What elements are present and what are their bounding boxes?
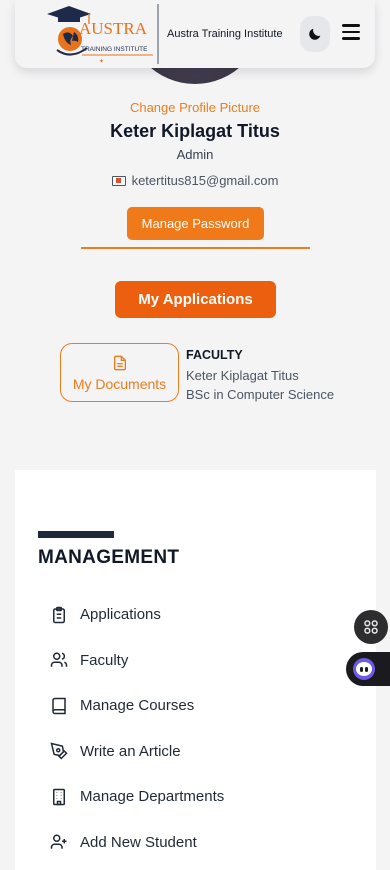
- grid-icon: [364, 620, 378, 634]
- my-documents-button[interactable]: My Documents: [60, 343, 179, 402]
- user-plus-icon: [49, 832, 69, 852]
- chatbot-button[interactable]: [346, 652, 390, 686]
- theme-toggle-button[interactable]: [300, 16, 330, 52]
- chatbot-icon: [353, 658, 375, 680]
- faculty-degree: BSc in Computer Science: [186, 387, 335, 402]
- management-list: Applications Faculty Manage Courses Writ…: [49, 592, 224, 865]
- user-email: ketertitus815@gmail.com: [131, 173, 279, 188]
- users-icon: [49, 650, 69, 670]
- my-documents-label: My Documents: [72, 375, 167, 392]
- user-name: Keter Kiplagat Titus: [110, 121, 280, 141]
- document-icon: [113, 355, 126, 370]
- header-divider: [157, 4, 159, 64]
- apps-grid-button[interactable]: [354, 610, 388, 644]
- management-item-label: Manage Courses: [80, 697, 195, 715]
- management-accent-bar: [38, 531, 114, 538]
- building-icon: [49, 787, 69, 807]
- austra-logo[interactable]: AUSTRA TRAINING INSTITUTE ✦: [43, 4, 158, 64]
- faculty-info: FACULTY Keter Kiplagat Titus BSc in Comp…: [186, 346, 334, 405]
- management-title: MANAGEMENT: [38, 547, 180, 568]
- management-item-write-article[interactable]: Write an Article: [49, 729, 224, 775]
- management-item-label: Write an Article: [80, 742, 181, 760]
- faculty-name: Keter Kiplagat Titus: [186, 367, 299, 383]
- profile-section: Change Profile Picture Keter Kiplagat Ti…: [0, 100, 390, 188]
- moon-icon: [309, 28, 321, 40]
- pen-tool-icon: [49, 741, 69, 761]
- change-profile-picture-link[interactable]: Change Profile Picture: [0, 100, 390, 115]
- management-item-label: Faculty: [80, 651, 129, 669]
- clipboard-list-icon: [49, 605, 69, 625]
- my-applications-button[interactable]: My Applications: [115, 281, 276, 318]
- faculty-title: FACULTY: [186, 348, 243, 362]
- management-item-faculty[interactable]: Faculty: [49, 638, 224, 684]
- svg-text:AUSTRA: AUSTRA: [79, 19, 148, 38]
- section-divider: [81, 247, 310, 249]
- management-item-label: Add New Student: [80, 833, 197, 851]
- book-icon: [49, 696, 69, 716]
- email-icon: [111, 175, 126, 186]
- management-item-add-student[interactable]: Add New Student: [49, 820, 224, 866]
- svg-text:✦: ✦: [99, 58, 104, 64]
- management-item-manage-departments[interactable]: Manage Departments: [49, 774, 224, 820]
- manage-password-button[interactable]: Manage Password: [127, 207, 264, 240]
- management-item-manage-courses[interactable]: Manage Courses: [49, 683, 224, 729]
- user-role: Admin: [176, 147, 214, 162]
- institution-name: Austra Training Institute: [167, 28, 283, 40]
- management-card: MANAGEMENT Applications Faculty Manage C…: [15, 470, 376, 870]
- hamburger-menu-icon[interactable]: [342, 24, 360, 40]
- top-header: AUSTRA TRAINING INSTITUTE ✦ Austra Train…: [15, 0, 375, 68]
- email-row: ketertitus815@gmail.com: [0, 173, 390, 188]
- svg-text:TRAINING INSTITUTE: TRAINING INSTITUTE: [81, 46, 148, 53]
- management-item-label: Manage Departments: [80, 788, 225, 806]
- management-item-applications[interactable]: Applications: [49, 592, 224, 638]
- management-item-label: Applications: [80, 606, 161, 624]
